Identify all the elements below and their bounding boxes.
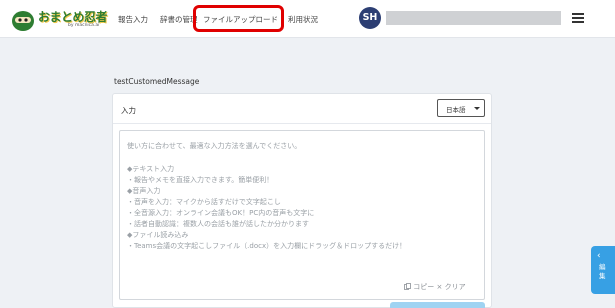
submit-button[interactable] xyxy=(390,302,485,308)
card-title: 入力 xyxy=(121,106,136,115)
placeholder-line: ◆ファイル読み込み xyxy=(127,231,189,239)
nav-item-report-input[interactable]: 報告入力 xyxy=(118,14,148,25)
logo-subtitle: by macnica.ai xyxy=(68,23,100,28)
report-textarea[interactable]: 使い方に合わせて、最適な入力方法を選んでください。 ◆テキスト入力 ・報告やメモ… xyxy=(119,130,485,300)
chevron-left-icon: ‹ xyxy=(597,251,601,261)
placeholder-line: ・音声を入力：マイクから話すだけで文字起こし xyxy=(127,198,281,206)
copy-button[interactable]: コピー xyxy=(404,283,436,291)
clear-button[interactable]: × クリア xyxy=(436,283,465,291)
placeholder-line: ・Teams会議の文字起こしファイル（.docx）を入力欄にドラッグ＆ドロップす… xyxy=(127,242,407,250)
card-header: 入力 日本語 xyxy=(113,94,491,124)
placeholder-line: 使い方に合わせて、最適な入力方法を選んでください。 xyxy=(127,142,302,150)
placeholder-line: ・報告やメモを直接入力できます。簡単便利！ xyxy=(127,176,274,184)
copy-clear-row: コピー × クリア xyxy=(404,282,466,292)
language-select[interactable]: 日本語 xyxy=(437,99,485,117)
nav-item-dictionary[interactable]: 辞書の管理 xyxy=(160,14,198,25)
caret-down-icon xyxy=(474,107,480,110)
app-header: おまとめ忍者 by macnica.ai 報告入力 辞書の管理 ファイルアップロ… xyxy=(0,0,615,38)
input-card: 入力 日本語 使い方に合わせて、最適な入力方法を選んでください。 ◆テキスト入力… xyxy=(112,93,492,308)
language-select-value: 日本語 xyxy=(446,106,466,114)
copy-icon xyxy=(404,283,411,290)
copy-label: コピー xyxy=(413,283,435,291)
side-tab-label: 編集 xyxy=(599,263,606,280)
highlight-box xyxy=(193,5,284,32)
placeholder-line: ・全音源入力：オンライン会議もOK！PC内の音声も文字に xyxy=(127,209,315,217)
placeholder-line: ◆テキスト入力 xyxy=(127,165,175,173)
close-icon: × xyxy=(436,283,443,291)
hamburger-menu-icon[interactable] xyxy=(572,13,584,23)
clear-label: クリア xyxy=(444,283,466,291)
placeholder-line: ・話者自動認識：複数人の会話も誰が話したか分かります xyxy=(127,220,309,228)
user-info-bar xyxy=(386,11,561,25)
app-logo[interactable]: おまとめ忍者 by macnica.ai xyxy=(10,8,108,32)
side-edit-tab[interactable]: ‹ 編集 xyxy=(591,246,615,294)
ninja-logo-icon xyxy=(12,11,34,31)
custom-message: testCustomedMessage xyxy=(114,77,200,86)
placeholder-line: ◆音声入力 xyxy=(127,187,161,195)
nav-item-usage[interactable]: 利用状況 xyxy=(288,14,318,25)
user-avatar[interactable]: SH xyxy=(359,7,381,29)
